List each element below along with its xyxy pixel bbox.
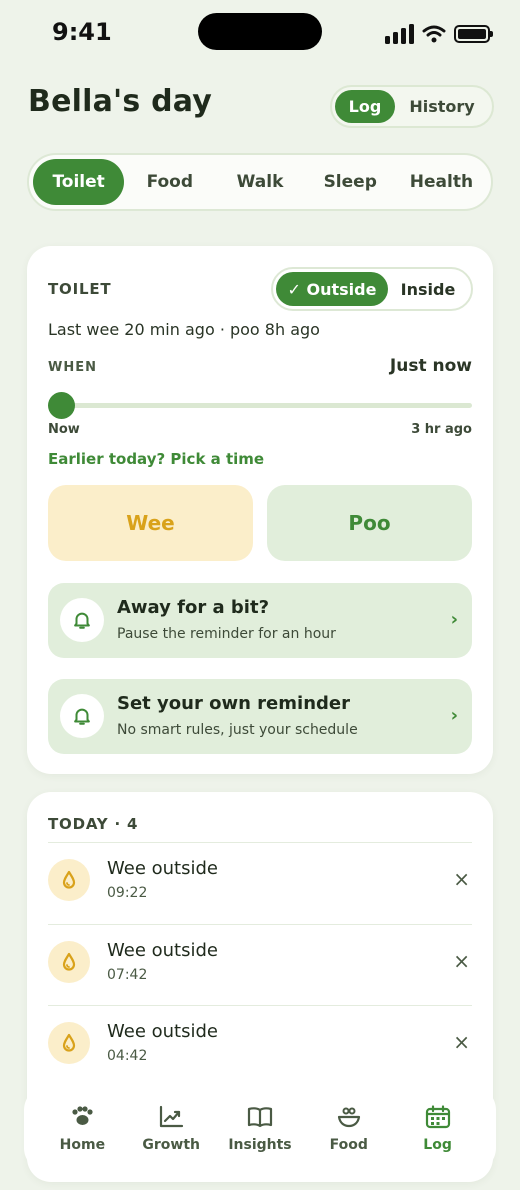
log-entry-time: 07:42: [107, 967, 148, 983]
pick-time-link[interactable]: Earlier today? Pick a time: [48, 450, 264, 468]
page-title: Bella's day: [28, 84, 213, 119]
chevron-right-icon: ›: [450, 609, 458, 630]
signal-icon: [385, 24, 414, 44]
nav-insights[interactable]: Insights: [220, 1105, 300, 1153]
chevron-right-icon: ›: [450, 705, 458, 726]
nav-growth[interactable]: Growth: [131, 1105, 211, 1153]
dynamic-island: [198, 13, 322, 50]
battery-icon: [454, 25, 493, 43]
chart-icon: [160, 1105, 184, 1128]
log-entry-title: Wee outside: [107, 858, 218, 879]
bell-icon: [60, 694, 104, 738]
droplet-icon: [48, 1022, 90, 1064]
reminder-title: Set your own reminder: [117, 693, 350, 714]
time-slider-handle[interactable]: [48, 392, 75, 419]
nav-label: Growth: [142, 1137, 200, 1153]
delete-icon[interactable]: ×: [453, 949, 470, 973]
pause-reminder-card[interactable]: Away for a bit? Pause the reminder for a…: [48, 583, 472, 658]
slider-max-label: 3 hr ago: [411, 422, 472, 437]
slider-min-label: Now: [48, 422, 80, 437]
status-bar: 9:41: [0, 0, 520, 64]
log-entry-title: Wee outside: [107, 940, 218, 961]
toilet-section-label: TOILET: [48, 280, 112, 298]
book-icon: [247, 1107, 273, 1128]
bottom-nav: Home Growth Insights Food Log: [24, 1086, 496, 1172]
nav-label: Insights: [228, 1137, 292, 1153]
nav-home[interactable]: Home: [42, 1105, 122, 1153]
nav-food[interactable]: Food: [309, 1105, 389, 1153]
log-entry-time: 09:22: [107, 885, 148, 901]
reminder-subtitle: Pause the reminder for an hour: [117, 626, 336, 642]
category-tabs: Toilet Food Walk Sleep Health: [27, 153, 493, 211]
time-slider-track[interactable]: [48, 403, 472, 408]
place-toggle[interactable]: ✓ Outside Inside: [271, 267, 473, 311]
calendar-icon: [425, 1105, 450, 1129]
delete-icon[interactable]: ×: [453, 867, 470, 891]
log-entry[interactable]: Wee outside 09:22 ×: [48, 843, 472, 923]
bowl-icon: [337, 1107, 360, 1128]
status-icons: [385, 24, 493, 44]
custom-reminder-card[interactable]: Set your own reminder No smart rules, ju…: [48, 679, 472, 754]
log-entry[interactable]: Wee outside 07:42 ×: [48, 925, 472, 1005]
poo-button[interactable]: Poo: [267, 485, 472, 561]
paw-icon: [72, 1106, 93, 1125]
wifi-icon: [422, 25, 446, 43]
nav-log[interactable]: Log: [398, 1105, 478, 1153]
tab-sleep[interactable]: Sleep: [305, 159, 396, 205]
wee-button[interactable]: Wee: [48, 485, 253, 561]
outside-button[interactable]: ✓ Outside: [276, 272, 388, 306]
when-value: Just now: [389, 356, 472, 376]
status-time: 9:41: [52, 18, 112, 46]
log-entry-time: 04:42: [107, 1048, 148, 1064]
tab-health[interactable]: Health: [396, 159, 487, 205]
mode-log-button[interactable]: Log: [335, 90, 395, 123]
log-entry[interactable]: Wee outside 04:42 ×: [48, 1006, 472, 1086]
last-toilet-info: Last wee 20 min ago · poo 8h ago: [48, 320, 320, 339]
tab-walk[interactable]: Walk: [215, 159, 304, 205]
reminder-title: Away for a bit?: [117, 597, 270, 618]
nav-label: Home: [59, 1137, 106, 1153]
reminder-subtitle: No smart rules, just your schedule: [117, 722, 358, 738]
when-label: WHEN: [48, 360, 97, 375]
droplet-icon: [48, 941, 90, 983]
log-entry-title: Wee outside: [107, 1021, 218, 1042]
nav-label: Food: [329, 1137, 368, 1153]
nav-label: Log: [423, 1137, 452, 1153]
delete-icon[interactable]: ×: [453, 1030, 470, 1054]
tab-food[interactable]: Food: [124, 159, 215, 205]
mode-history-button[interactable]: History: [395, 90, 489, 123]
tab-toilet[interactable]: Toilet: [33, 159, 125, 205]
bell-icon: [60, 598, 104, 642]
toilet-card: TOILET ✓ Outside Inside Last wee 20 min …: [27, 246, 493, 774]
today-label: TODAY · 4: [48, 815, 139, 833]
droplet-icon: [48, 859, 90, 901]
mode-toggle[interactable]: Log History: [330, 85, 494, 128]
inside-button[interactable]: Inside: [388, 272, 468, 306]
